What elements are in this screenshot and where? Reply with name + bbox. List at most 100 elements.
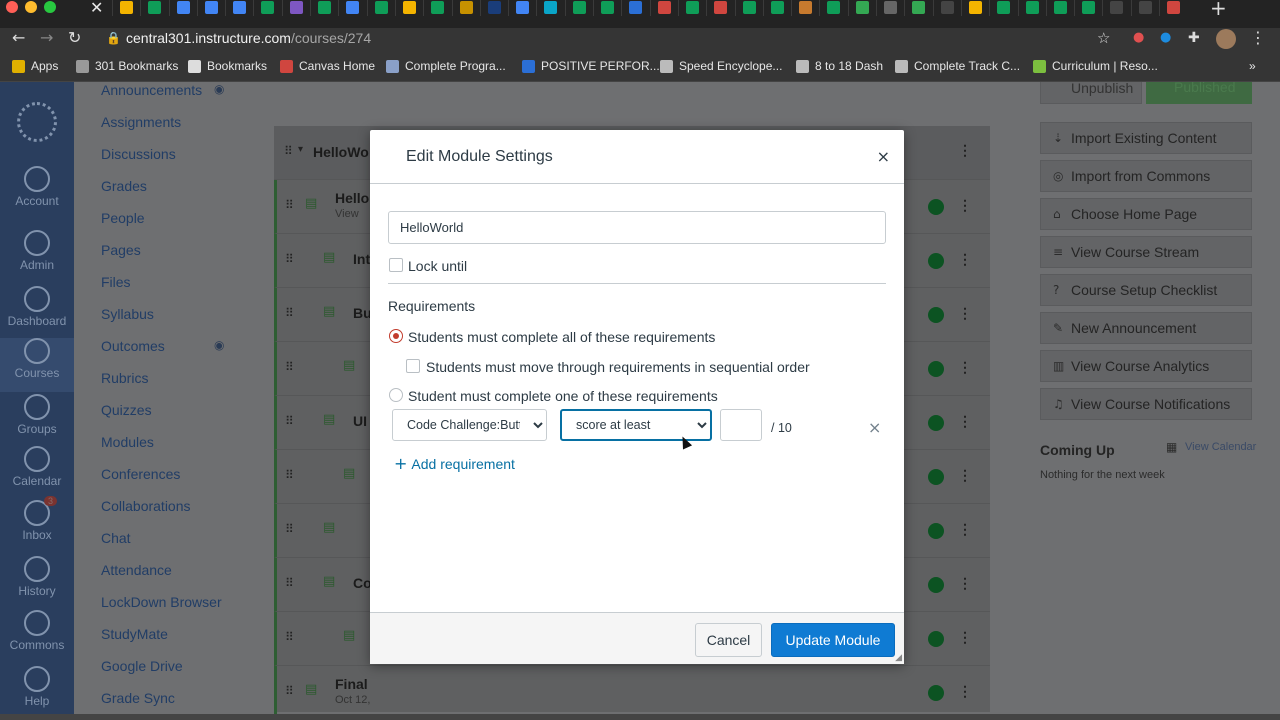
course-nav-google-drive[interactable]: Google Drive [101, 658, 183, 674]
item-menu-icon[interactable]: ⋮ [958, 575, 972, 592]
minimize-window-icon[interactable] [25, 1, 37, 13]
item-menu-icon[interactable]: ⋮ [958, 629, 972, 646]
bookmark-item[interactable]: Speed Encyclope... [660, 59, 782, 73]
course-nav-chat[interactable]: Chat [101, 530, 131, 546]
course-nav-modules[interactable]: Modules [101, 434, 154, 450]
browser-tab[interactable] [112, 0, 140, 16]
drag-handle-icon[interactable]: ⠿ [285, 306, 294, 320]
item-menu-icon[interactable]: ⋮ [958, 413, 972, 430]
browser-tab[interactable] [140, 0, 168, 16]
course-nav-conferences[interactable]: Conferences [101, 466, 180, 482]
browser-tab[interactable] [508, 0, 536, 16]
bookmark-item[interactable]: Complete Track C... [895, 59, 1020, 73]
drag-handle-icon[interactable]: ⠿ [285, 522, 294, 536]
drag-handle-icon[interactable]: ⠿ [285, 630, 294, 644]
browser-tab[interactable] [536, 0, 564, 16]
browser-tab[interactable] [876, 0, 904, 16]
bookmark-item[interactable]: 8 to 18 Dash [796, 59, 883, 73]
browser-tab[interactable] [932, 0, 961, 16]
bookmark-item[interactable]: Bookmarks [188, 59, 267, 73]
browser-tab[interactable] [451, 0, 480, 16]
browser-tab[interactable] [593, 0, 621, 16]
course-nav-rubrics[interactable]: Rubrics [101, 370, 148, 386]
course-nav-quizzes[interactable]: Quizzes [101, 402, 152, 418]
bookmark-item[interactable]: Canvas Home [280, 59, 375, 73]
complete-one-radio[interactable] [389, 388, 403, 402]
close-tab-icon[interactable]: ✕ [90, 0, 103, 17]
module-item-title[interactable]: Co [353, 575, 372, 591]
browser-tab[interactable] [847, 0, 876, 16]
browser-tab[interactable] [564, 0, 593, 16]
published-check-icon[interactable] [928, 577, 944, 593]
course-nav-assignments[interactable]: Assignments [101, 114, 181, 130]
browser-tab[interactable] [366, 0, 395, 16]
published-check-icon[interactable] [928, 361, 944, 377]
browser-tab[interactable] [960, 0, 989, 16]
course-nav-syllabus[interactable]: Syllabus [101, 306, 154, 322]
requirement-type-select[interactable]: score at least [560, 409, 712, 441]
browser-tab[interactable] [904, 0, 932, 16]
drag-handle-icon[interactable]: ⠿ [285, 360, 294, 374]
view-calendar-link[interactable]: View Calendar [1185, 441, 1256, 453]
item-menu-icon[interactable]: ⋮ [958, 251, 972, 268]
maximize-window-icon[interactable] [44, 1, 56, 13]
drag-handle-icon[interactable]: ⠿ [285, 414, 294, 428]
course-nav-people[interactable]: People [101, 210, 145, 226]
item-menu-icon[interactable]: ⋮ [958, 197, 972, 214]
drag-handle-icon[interactable]: ⠿ [285, 198, 294, 212]
published-check-icon[interactable] [928, 469, 944, 485]
browser-tab[interactable] [621, 0, 649, 16]
browser-menu-icon[interactable]: ⋮ [1250, 28, 1266, 48]
item-menu-icon[interactable]: ⋮ [958, 521, 972, 538]
star-icon[interactable]: ☆ [1097, 28, 1110, 48]
item-menu-icon[interactable]: ⋮ [958, 467, 972, 484]
bookmark-item[interactable]: 301 Bookmarks [76, 59, 178, 73]
sequential-order-checkbox[interactable] [406, 359, 420, 373]
bookmark-item[interactable]: Apps [12, 59, 58, 73]
browser-tab[interactable] [677, 0, 706, 16]
browser-tab[interactable] [196, 0, 225, 16]
import-existing-content-button[interactable]: ⇣ Import Existing Content [1040, 122, 1252, 154]
extensions-puzzle-icon[interactable]: ✚ [1188, 28, 1200, 48]
browser-tab[interactable] [338, 0, 366, 16]
browser-tab[interactable] [1045, 0, 1074, 16]
global-nav-groups[interactable]: Groups [0, 394, 74, 436]
published-check-icon[interactable] [928, 523, 944, 539]
browser-tab[interactable] [1017, 0, 1046, 16]
published-check-icon[interactable] [928, 685, 944, 701]
browser-tab[interactable] [734, 0, 763, 16]
browser-tab[interactable] [1074, 0, 1102, 16]
course-nav-outcomes[interactable]: Outcomes [101, 338, 165, 354]
browser-tab[interactable] [1158, 0, 1187, 16]
requirement-item-select[interactable]: Code Challenge:Button [392, 409, 547, 441]
browser-tab[interactable] [649, 0, 678, 16]
new-tab-icon[interactable]: + [1210, 0, 1227, 20]
collapse-icon[interactable]: ▾ [298, 144, 303, 155]
module-item-title[interactable]: Hello [335, 190, 369, 206]
published-check-icon[interactable] [928, 631, 944, 647]
global-nav-help[interactable]: Help [0, 666, 74, 708]
complete-all-radio[interactable] [389, 329, 403, 343]
published-check-icon[interactable] [928, 415, 944, 431]
course-nav-discussions[interactable]: Discussions [101, 146, 176, 162]
view-course-analytics-button[interactable]: ▥ View Course Analytics [1040, 350, 1252, 382]
course-setup-checklist-button[interactable]: ? Course Setup Checklist [1040, 274, 1252, 306]
browser-tab[interactable] [168, 0, 197, 16]
browser-tab[interactable] [479, 0, 508, 16]
global-nav-inbox[interactable]: Inbox 3 [0, 496, 74, 542]
module-item-title[interactable]: Int [353, 251, 370, 267]
published-check-icon[interactable] [928, 199, 944, 215]
course-nav-grade-sync[interactable]: Grade Sync [101, 690, 175, 706]
browser-tab[interactable] [423, 0, 451, 16]
course-nav-grades[interactable]: Grades [101, 178, 147, 194]
published-check-icon[interactable] [928, 307, 944, 323]
import-from-commons-button[interactable]: ◎ Import from Commons [1040, 160, 1252, 192]
global-nav-dashboard[interactable]: Dashboard [0, 286, 74, 328]
browser-tab[interactable] [225, 0, 253, 16]
lock-until-checkbox[interactable] [389, 258, 403, 272]
published-check-icon[interactable] [928, 253, 944, 269]
module-name-input[interactable] [388, 211, 886, 244]
view-course-notifications-button[interactable]: ♫ View Course Notifications [1040, 388, 1252, 420]
browser-tab[interactable] [791, 0, 819, 16]
close-dialog-button[interactable]: × [877, 147, 890, 166]
